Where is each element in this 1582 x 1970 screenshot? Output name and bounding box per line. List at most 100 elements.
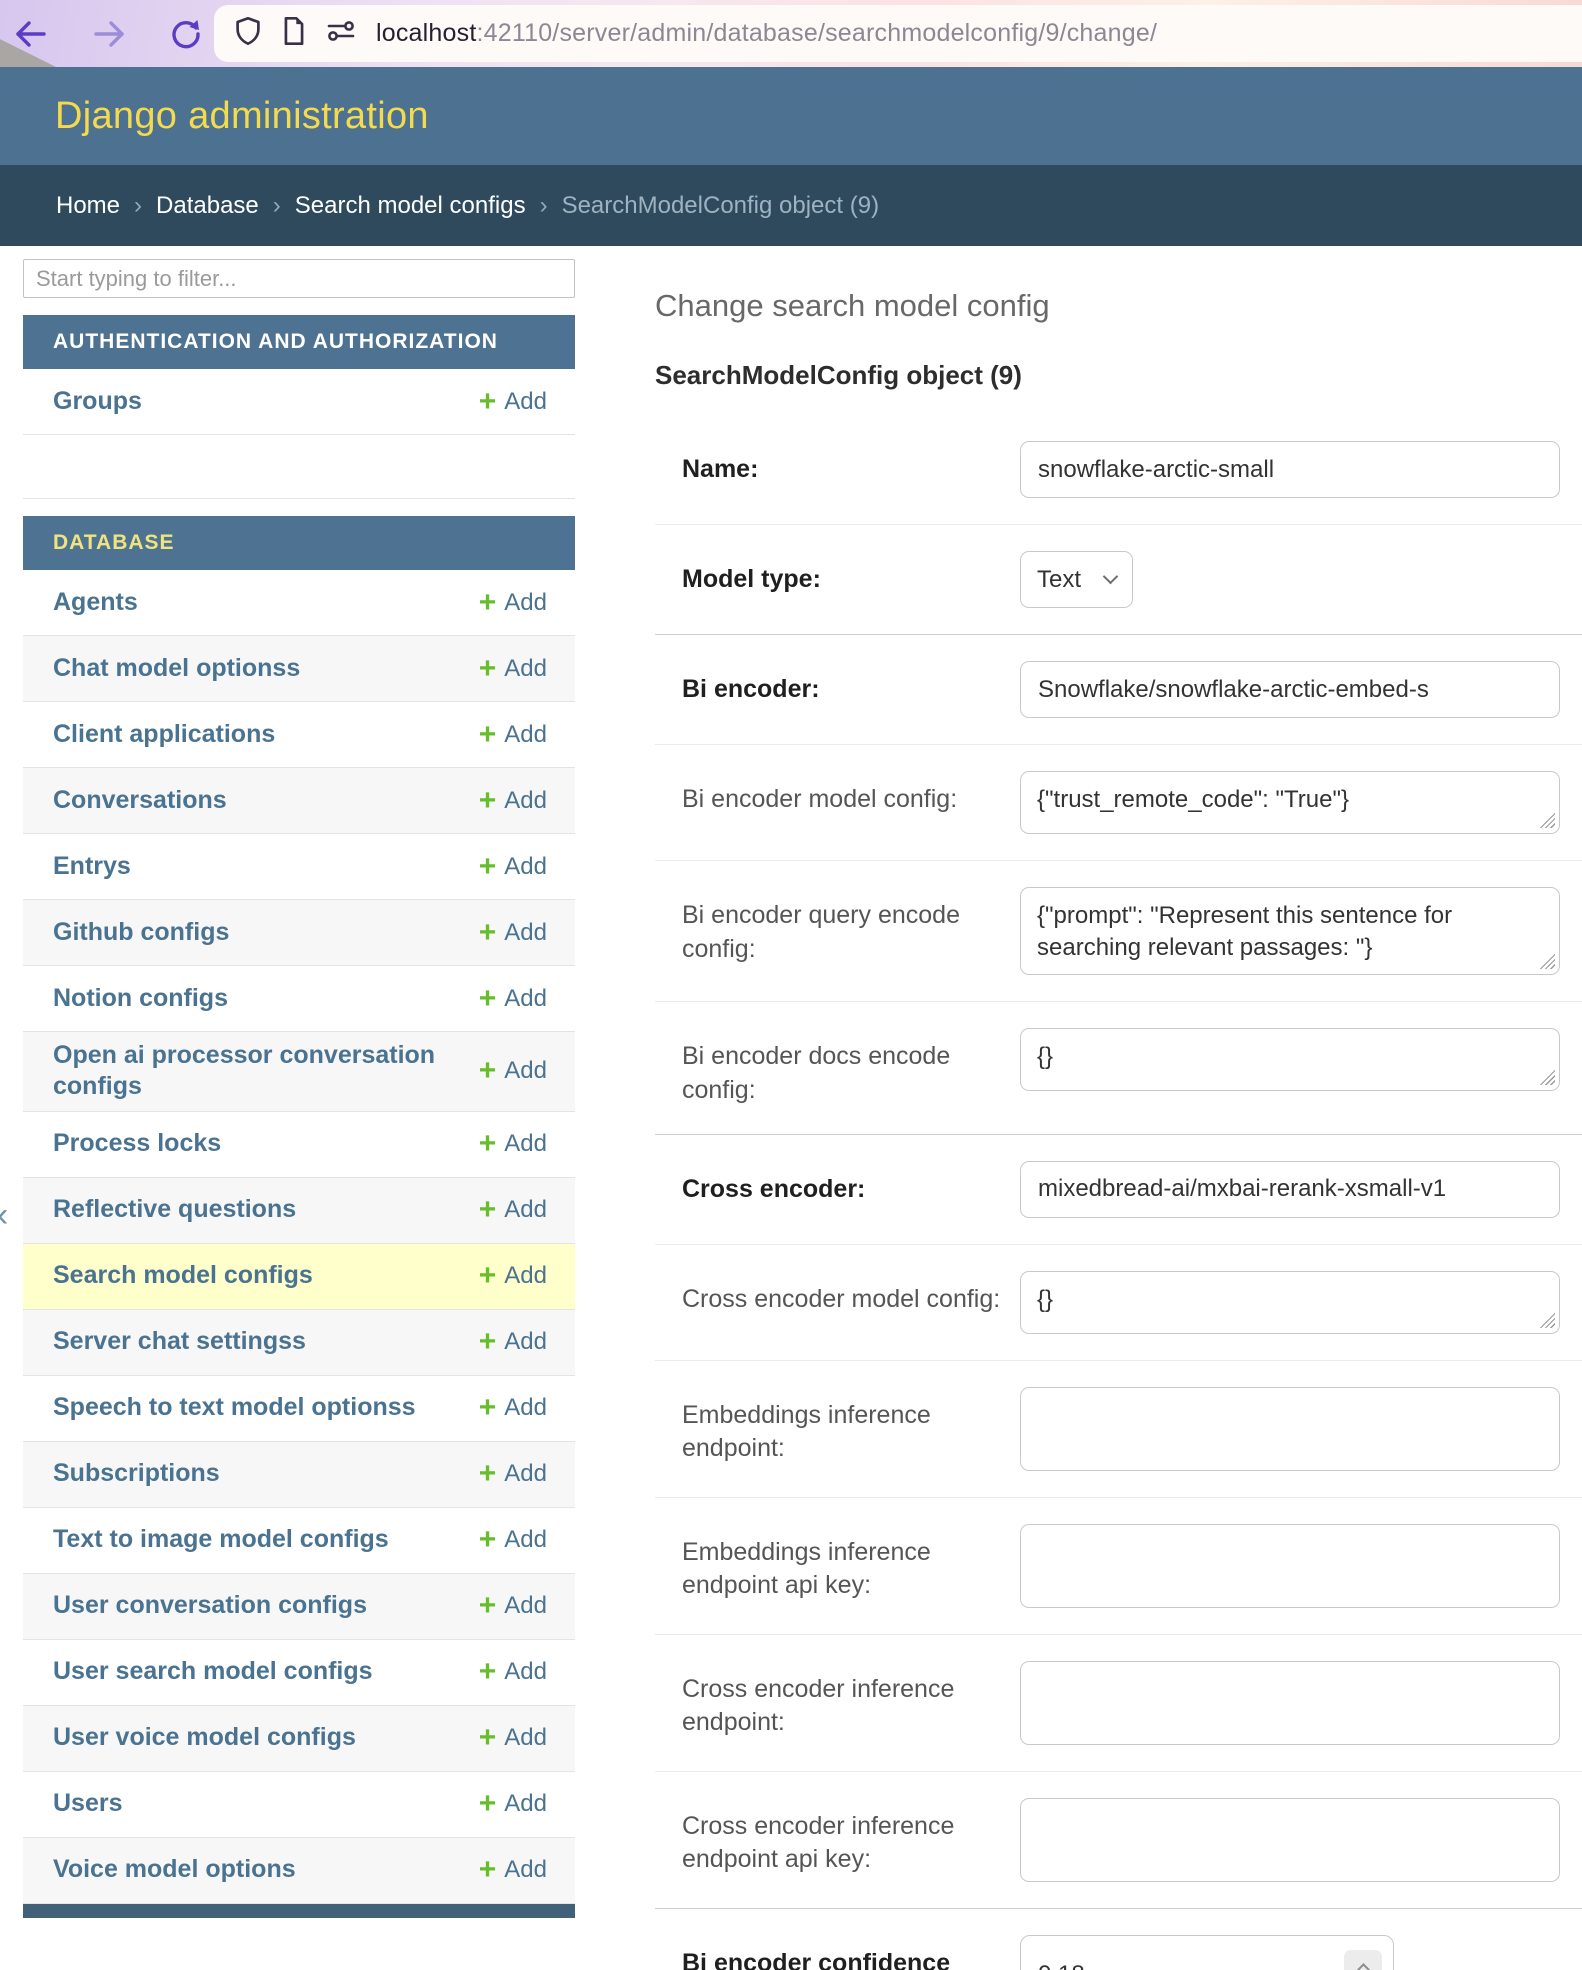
shield-icon[interactable] (234, 16, 262, 51)
cross-encoder-model-config-textarea[interactable] (1020, 1271, 1560, 1334)
name-input[interactable] (1020, 441, 1560, 498)
plus-icon: + (479, 1195, 497, 1225)
sidebar-item-label[interactable]: Groups (53, 386, 142, 417)
sidebar-item-label[interactable]: Users (53, 1788, 123, 1819)
add-link[interactable]: + Add (479, 1056, 547, 1086)
field-label: Bi encoder: (682, 661, 1020, 707)
add-label: Add (504, 655, 547, 683)
add-link[interactable]: + Add (479, 1855, 547, 1885)
field-row-bi-encoder: Bi encoder: (655, 634, 1582, 745)
field-label: Cross encoder inference endpoint: (682, 1661, 1020, 1741)
add-link[interactable]: + Add (479, 1789, 547, 1819)
sidebar-item-label[interactable]: Text to image model configs (53, 1524, 389, 1555)
back-icon[interactable] (14, 19, 48, 49)
page-info-icon[interactable] (282, 16, 306, 51)
bi-encoder-docs-encode-config-textarea[interactable] (1020, 1028, 1560, 1091)
sidebar-item-label[interactable]: Chat model optionss (53, 653, 300, 684)
sidebar-item-agents: Agents + Add (23, 570, 575, 636)
bi-encoder-confidence-threshold-value: 0.18 (1038, 1961, 1085, 1970)
bi-encoder-confidence-threshold-number-input[interactable]: 0.18 (1020, 1935, 1394, 1970)
add-link[interactable]: + Add (479, 387, 547, 417)
add-link[interactable]: + Add (479, 1393, 547, 1423)
sidebar-collapse-toggle[interactable]: ‹ (0, 1198, 8, 1232)
permissions-toggles-icon[interactable] (326, 18, 356, 49)
breadcrumb-current: SearchModelConfig object (9) (562, 192, 880, 220)
sidebar-item-users: Users + Add (23, 1772, 575, 1838)
add-label: Add (504, 1658, 547, 1686)
sidebar-item-label[interactable]: Github configs (53, 917, 229, 948)
cross-encoder-inference-endpoint-api-key-input[interactable] (1020, 1798, 1560, 1882)
embeddings-inference-endpoint-input[interactable] (1020, 1387, 1560, 1471)
sidebar-item-label[interactable]: Open ai processor conversation configs (53, 1040, 479, 1103)
add-link[interactable]: + Add (479, 588, 547, 618)
model-type-select[interactable]: Text (1020, 551, 1133, 608)
bi-encoder-confidence-threshold-stepper[interactable] (1344, 1950, 1382, 1970)
field-row-bi-encoder-docs-encode-config: Bi encoder docs encode config: (655, 1002, 1582, 1135)
add-link[interactable]: + Add (479, 918, 547, 948)
embeddings-inference-endpoint-api-key-input[interactable] (1020, 1524, 1560, 1608)
sidebar-item-user-search-model-configs: User search model configs + Add (23, 1640, 575, 1706)
add-link[interactable]: + Add (479, 720, 547, 750)
sidebar-filter-input[interactable] (23, 259, 575, 298)
sidebar-item-label[interactable]: Agents (53, 587, 138, 618)
add-link[interactable]: + Add (479, 1327, 547, 1357)
sidebar-item-label[interactable]: Process locks (53, 1128, 221, 1159)
sidebar-item-label[interactable]: Notion configs (53, 983, 228, 1014)
sidebar-item-label[interactable]: Voice model options (53, 1854, 296, 1885)
add-link[interactable]: + Add (479, 1591, 547, 1621)
breadcrumb-separator: › (540, 192, 548, 220)
sidebar-item-label[interactable]: Conversations (53, 785, 227, 816)
bi-encoder-query-encode-config-textarea[interactable] (1020, 887, 1560, 975)
section-rows: Agents + Add Chat model optionss + Add C… (23, 570, 575, 1904)
add-link[interactable]: + Add (479, 1723, 547, 1753)
field-label: Bi encoder query encode config: (682, 887, 1020, 967)
breadcrumb-home[interactable]: Home (56, 192, 120, 220)
browser-toolbar: localhost:42110/server/admin/database/se… (0, 0, 1582, 67)
sidebar-item-user-conversation-configs: User conversation configs + Add (23, 1574, 575, 1640)
sidebar-item-label[interactable]: Search model configs (53, 1260, 313, 1291)
sidebar-item-label[interactable]: Speech to text model optionss (53, 1392, 416, 1423)
sidebar-item-label[interactable]: Subscriptions (53, 1458, 220, 1489)
cross-encoder-input[interactable] (1020, 1161, 1560, 1218)
url-text[interactable]: localhost:42110/server/admin/database/se… (376, 19, 1157, 48)
sidebar-item-label[interactable]: User search model configs (53, 1656, 373, 1687)
cross-encoder-inference-endpoint-input[interactable] (1020, 1661, 1560, 1745)
refresh-icon[interactable] (170, 18, 202, 50)
sidebar-item-label[interactable]: Entrys (53, 851, 131, 882)
forward-icon[interactable] (92, 19, 126, 49)
add-link[interactable]: + Add (479, 984, 547, 1014)
field-control (1020, 1271, 1560, 1334)
add-link[interactable]: + Add (479, 852, 547, 882)
section-title: AUTHENTICATION AND AUTHORIZATION (53, 330, 498, 354)
add-link[interactable]: + Add (479, 786, 547, 816)
sidebar-item-label[interactable]: Client applications (53, 719, 275, 750)
url-bar[interactable]: localhost:42110/server/admin/database/se… (214, 5, 1582, 62)
sidebar-item-label[interactable]: Reflective questions (53, 1194, 296, 1225)
add-label: Add (504, 1394, 547, 1422)
bi-encoder-model-config-textarea[interactable] (1020, 771, 1560, 834)
sidebar-item-voice-model-options: Voice model options + Add (23, 1838, 575, 1904)
add-link[interactable]: + Add (479, 1657, 547, 1687)
field-control (1020, 771, 1560, 834)
breadcrumb-database[interactable]: Database (156, 192, 259, 220)
site-title[interactable]: Django administration (55, 95, 429, 138)
field-row-bi-encoder-query-encode-config: Bi encoder query encode config: (655, 861, 1582, 1002)
plus-icon: + (479, 588, 497, 618)
plus-icon: + (479, 387, 497, 417)
add-link[interactable]: + Add (479, 1129, 547, 1159)
add-label: Add (504, 1057, 547, 1085)
field-control (1020, 1798, 1560, 1882)
add-link[interactable]: + Add (479, 1525, 547, 1555)
breadcrumb-search-model-configs[interactable]: Search model configs (295, 192, 526, 220)
sidebar-item-label[interactable]: Server chat settingss (53, 1326, 306, 1357)
add-link[interactable]: + Add (479, 654, 547, 684)
add-link[interactable]: + Add (479, 1261, 547, 1291)
sidebar-empty-row (23, 435, 575, 499)
bi-encoder-input[interactable] (1020, 661, 1560, 718)
add-link[interactable]: + Add (479, 1459, 547, 1489)
sidebar-item-label[interactable]: User voice model configs (53, 1722, 356, 1753)
add-link[interactable]: + Add (479, 1195, 547, 1225)
sidebar-item-label[interactable]: User conversation configs (53, 1590, 367, 1621)
plus-icon: + (479, 1459, 497, 1489)
section-rows: Groups + Add (23, 369, 575, 499)
